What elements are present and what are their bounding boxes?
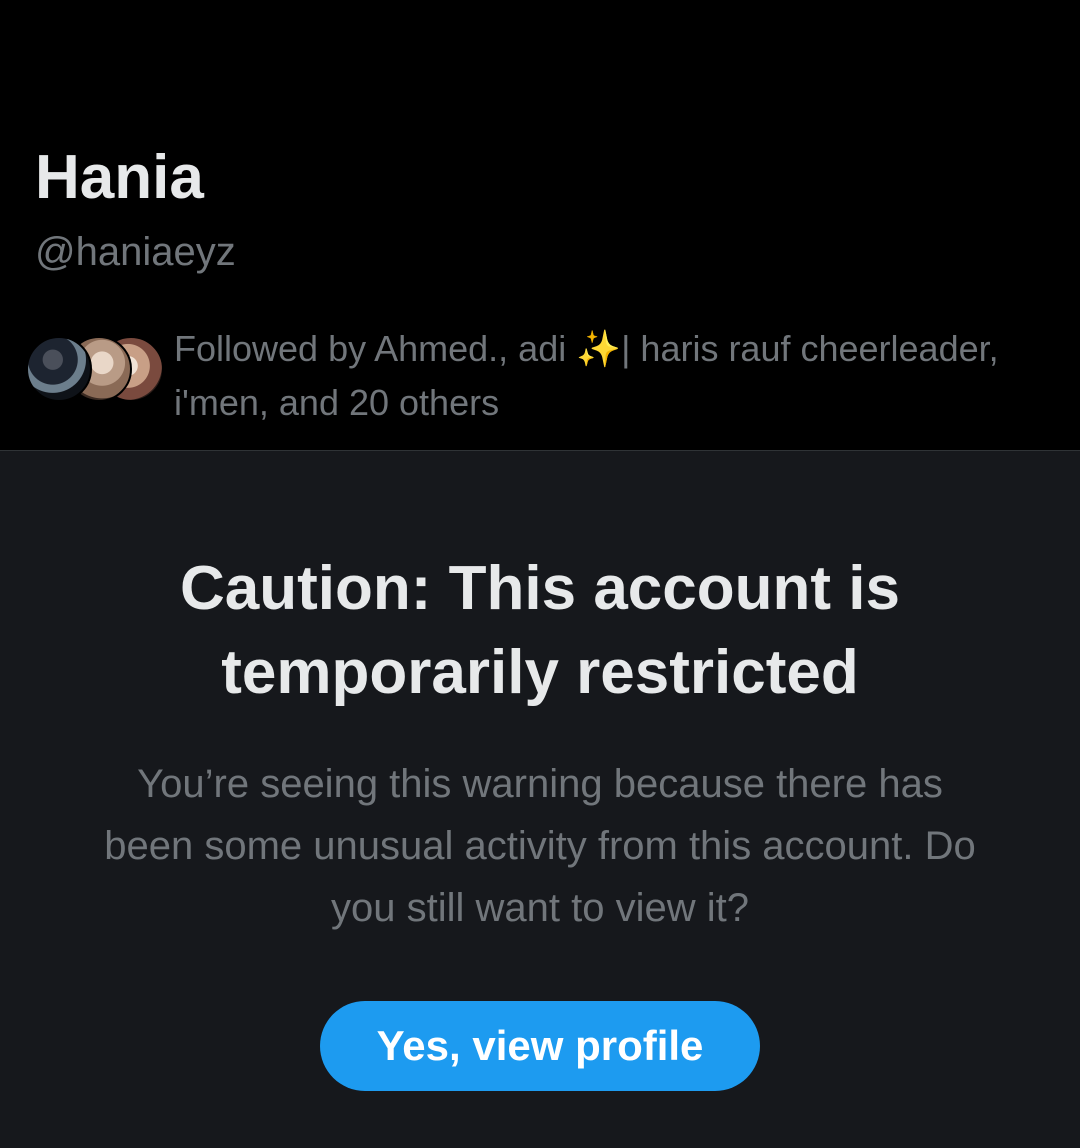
profile-page: Hania @haniaeyz Followed by Ahmed., adi … xyxy=(0,0,1080,1148)
profile-header: Hania @haniaeyz Followed by Ahmed., adi … xyxy=(0,0,1080,450)
warning-message: You’re seeing this warning because there… xyxy=(104,762,976,930)
restricted-warning-panel: Caution: This account is temporarily res… xyxy=(0,451,1080,1148)
followed-by-text: Followed by Ahmed., adi ✨| haris rauf ch… xyxy=(174,322,1054,430)
follower-avatar-stack xyxy=(26,336,166,406)
sparkle-icon: ✨ xyxy=(576,328,622,369)
view-profile-button[interactable]: Yes, view profile xyxy=(320,1001,760,1091)
warning-title: Caution: This account is temporarily res… xyxy=(180,554,900,707)
followed-by-row[interactable]: Followed by Ahmed., adi ✨| haris rauf ch… xyxy=(26,322,1066,423)
followed-by-prefix: Followed by Ahmed., adi xyxy=(174,328,577,369)
follower-avatar xyxy=(26,336,92,402)
profile-handle: @haniaeyz xyxy=(35,230,236,274)
display-name: Hania xyxy=(35,143,204,212)
